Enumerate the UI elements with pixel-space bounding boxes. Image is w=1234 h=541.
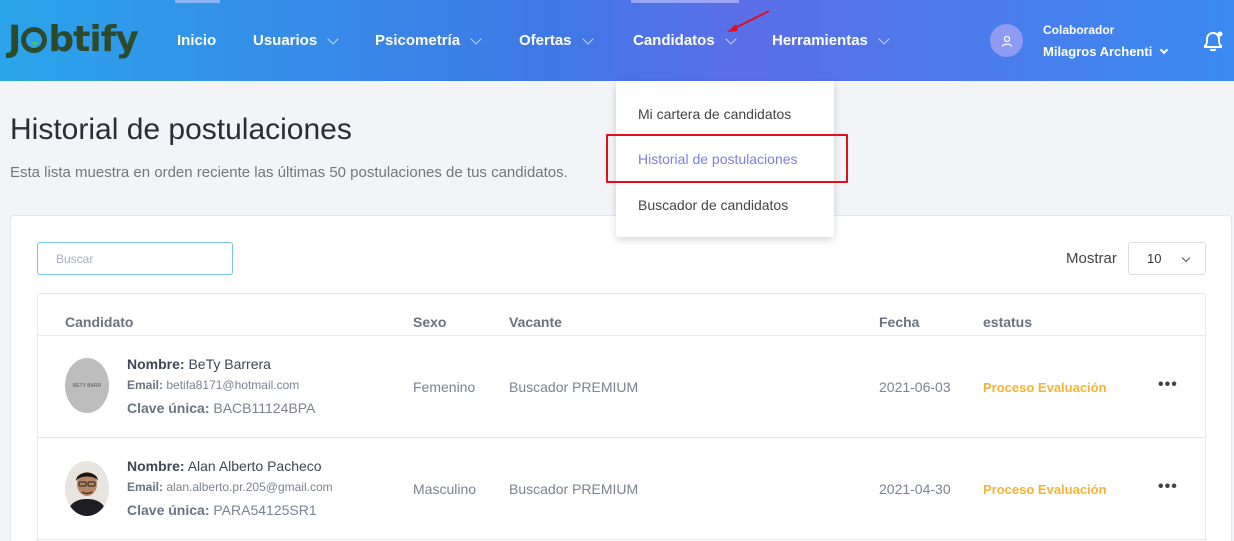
red-arrow-icon bbox=[727, 10, 770, 32]
user-avatar[interactable] bbox=[990, 24, 1023, 57]
key-value: PARA54125SR1 bbox=[213, 502, 317, 518]
menu-item-buscador[interactable]: Buscador de candidatos bbox=[638, 197, 788, 213]
name-value: BeTy Barrera bbox=[188, 356, 271, 372]
application-date: 2021-04-30 bbox=[879, 481, 951, 497]
nav-candidatos[interactable]: Candidatos bbox=[631, 0, 739, 81]
page-title: Historial de postulaciones bbox=[10, 113, 352, 146]
row-divider bbox=[38, 437, 1205, 438]
column-header-vacante[interactable]: Vacante bbox=[509, 314, 562, 330]
show-label: Mostrar bbox=[1066, 250, 1117, 267]
nav-label: Ofertas bbox=[519, 32, 572, 49]
candidate-name: Nombre: BeTy Barrera bbox=[127, 356, 271, 372]
nav-inicio[interactable]: Inicio bbox=[174, 0, 221, 81]
email-label: Email: bbox=[127, 480, 164, 494]
candidate-key: Clave única: PARA54125SR1 bbox=[127, 502, 317, 518]
menu-item-mi-cartera[interactable]: Mi cartera de candidatos bbox=[638, 106, 791, 122]
candidate-sex: Femenino bbox=[413, 379, 476, 395]
chevron-down-icon bbox=[327, 32, 339, 45]
candidate-name: Nombre: Alan Alberto Pacheco bbox=[127, 458, 322, 474]
candidate-sex: Masculino bbox=[413, 481, 477, 497]
candidate-email: Email: alan.alberto.pr.205@gmail.com bbox=[127, 480, 333, 494]
user-name: Milagros Archenti bbox=[1043, 44, 1153, 59]
highlight-annotation bbox=[606, 134, 848, 183]
email-label: Email: bbox=[127, 378, 164, 392]
row-divider bbox=[38, 335, 1205, 336]
nav-herramientas[interactable]: Herramientas bbox=[772, 0, 890, 81]
status-badge: Proceso Evaluación bbox=[983, 482, 1107, 497]
vacancy-name: Buscador PREMIUM bbox=[509, 379, 639, 395]
user-icon bbox=[1001, 35, 1012, 47]
column-header-fecha[interactable]: Fecha bbox=[879, 314, 919, 330]
user-role: Colaborador bbox=[1043, 23, 1115, 37]
column-header-candidato[interactable]: Candidato bbox=[65, 314, 133, 330]
page-subtitle: Esta lista muestra en orden reciente las… bbox=[10, 164, 568, 181]
nav-usuarios[interactable]: Usuarios bbox=[253, 0, 339, 81]
candidate-key: Clave única: BACB11124BPA bbox=[127, 400, 315, 416]
key-value: BACB11124BPA bbox=[213, 400, 316, 416]
row-divider bbox=[38, 539, 1205, 540]
jobtify-logo[interactable]: Jbtify bbox=[8, 18, 139, 62]
application-date: 2021-06-03 bbox=[879, 379, 951, 395]
candidate-avatar bbox=[65, 461, 109, 516]
vacancy-name: Buscador PREMIUM bbox=[509, 481, 639, 497]
email-value: alan.alberto.pr.205@gmail.com bbox=[166, 480, 333, 494]
name-label: Nombre: bbox=[127, 356, 185, 372]
nav-label: Herramientas bbox=[772, 32, 868, 49]
avatar-text: BETY BARR bbox=[72, 382, 102, 389]
row-menu-icon[interactable]: ••• bbox=[1158, 478, 1178, 496]
row-menu-icon[interactable]: ••• bbox=[1158, 376, 1178, 394]
chevron-down-icon bbox=[470, 32, 482, 45]
email-value: betifa8171@hotmail.com bbox=[166, 378, 300, 392]
nav-label: Usuarios bbox=[253, 32, 318, 49]
chevron-down-icon bbox=[1160, 45, 1169, 55]
chevron-down-icon bbox=[581, 32, 594, 45]
key-label: Clave única: bbox=[127, 400, 210, 416]
name-label: Nombre: bbox=[127, 458, 185, 474]
nav-ofertas[interactable]: Ofertas bbox=[519, 0, 594, 81]
nav-label: Inicio bbox=[177, 32, 217, 49]
chevron-down-icon bbox=[1181, 253, 1191, 263]
page-size-select[interactable]: 10 bbox=[1128, 242, 1206, 275]
key-label: Clave única: bbox=[127, 502, 210, 518]
nav-label: Candidatos bbox=[633, 32, 715, 49]
user-menu[interactable]: Milagros Archenti bbox=[1043, 44, 1169, 59]
page-size-value: 10 bbox=[1147, 251, 1162, 266]
chevron-down-icon bbox=[878, 32, 890, 45]
status-badge: Proceso Evaluación bbox=[983, 380, 1107, 395]
column-header-estatus[interactable]: estatus bbox=[983, 314, 1032, 330]
name-value: Alan Alberto Pacheco bbox=[187, 458, 322, 474]
bell-icon[interactable] bbox=[1200, 28, 1226, 54]
nav-label: Psicometría bbox=[375, 32, 461, 49]
candidate-email: Email: betifa8171@hotmail.com bbox=[127, 378, 299, 392]
candidate-photo bbox=[65, 461, 109, 516]
nav-psicometria[interactable]: Psicometría bbox=[375, 0, 482, 81]
candidate-avatar: BETY BARR bbox=[65, 358, 109, 413]
column-header-sexo[interactable]: Sexo bbox=[413, 314, 446, 330]
search-input[interactable] bbox=[37, 242, 233, 275]
